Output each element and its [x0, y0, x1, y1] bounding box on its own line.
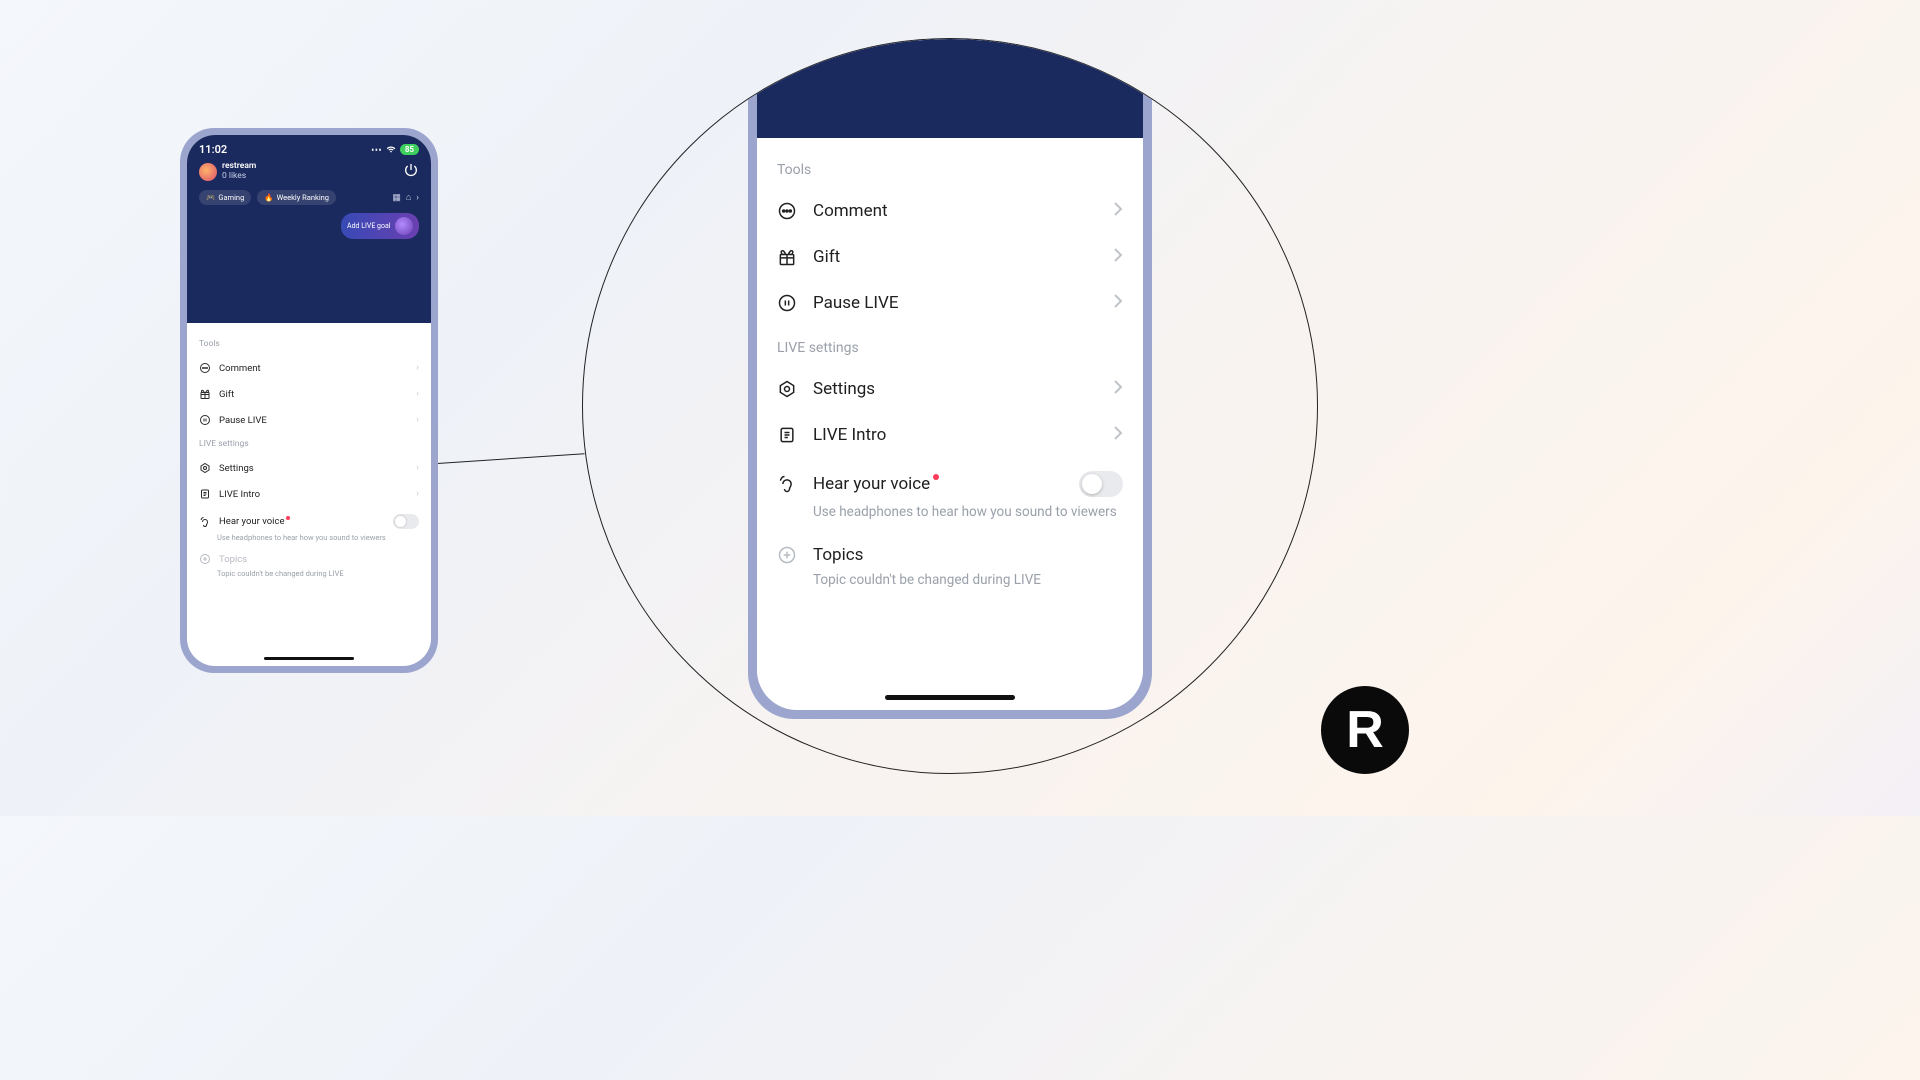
row-live-intro[interactable]: LIVE Intro › — [197, 481, 421, 507]
document-icon — [777, 425, 797, 445]
plus-circle-icon — [199, 553, 211, 565]
grid-icon[interactable]: ▦ — [392, 193, 401, 203]
row-comment[interactable]: Comment — [757, 188, 1143, 234]
power-icon[interactable] — [403, 162, 419, 182]
row-label: LIVE Intro — [219, 489, 408, 500]
phone-screen-large: Tools Comment Gift Pause LIVE LIVE set — [757, 38, 1143, 710]
section-live-settings: LIVE settings — [199, 439, 419, 449]
chevron-right-icon: › — [416, 389, 419, 399]
ear-icon — [777, 474, 797, 494]
topics-subtitle: Topic couldn't be changed during LIVE — [217, 569, 421, 578]
row-label: Comment — [813, 201, 1097, 221]
chevron-right-icon — [1113, 425, 1123, 445]
row-gift[interactable]: Gift › — [197, 381, 421, 407]
chip-weekly-ranking[interactable]: 🔥Weekly Ranking — [257, 190, 336, 205]
profile-likes: 0 likes — [222, 172, 256, 182]
row-label: Settings — [813, 379, 1097, 399]
hear-voice-subtitle: Use headphones to hear how you sound to … — [217, 533, 421, 542]
chevron-right-icon[interactable]: › — [416, 193, 419, 203]
plus-circle-icon — [777, 545, 797, 565]
row-pause-live[interactable]: Pause LIVE — [757, 280, 1143, 326]
row-label: Comment — [219, 363, 408, 374]
phone-screen-small: 11:02 ⋯ 85 restream 0 likes — [187, 135, 431, 666]
row-label: Gift — [219, 389, 408, 400]
row-label: Settings — [219, 463, 408, 474]
comment-icon — [199, 362, 211, 374]
new-dot-icon — [286, 516, 290, 520]
goal-label: Add LIVE goal — [347, 222, 390, 230]
row-label: Hear your voice — [219, 516, 385, 527]
status-bar: 11:02 ⋯ 85 — [199, 143, 419, 156]
avatar — [199, 163, 217, 181]
row-label: Hear your voice — [813, 474, 1063, 494]
home-indicator — [885, 695, 1015, 700]
row-pause-live[interactable]: Pause LIVE › — [197, 407, 421, 433]
phone-mockup-large: Tools Comment Gift Pause LIVE LIVE set — [748, 38, 1152, 719]
chevron-right-icon — [1113, 201, 1123, 221]
settings-icon — [199, 462, 211, 474]
row-live-intro[interactable]: LIVE Intro — [757, 412, 1143, 458]
row-settings[interactable]: Settings › — [197, 455, 421, 481]
add-live-goal-button[interactable]: Add LIVE goal — [341, 213, 419, 239]
section-live-settings: LIVE settings — [757, 326, 1143, 366]
status-time: 11:02 — [199, 143, 227, 156]
home-indicator — [264, 657, 354, 661]
wifi-icon — [386, 143, 396, 156]
comment-icon — [777, 201, 797, 221]
chevron-right-icon — [1113, 247, 1123, 267]
row-label: Topics — [219, 554, 419, 565]
row-comment[interactable]: Comment › — [197, 355, 421, 381]
topics-subtitle: Topic couldn't be changed during LIVE — [757, 572, 1143, 600]
chip-gaming[interactable]: 🎮Gaming — [199, 190, 251, 205]
document-icon — [199, 488, 211, 500]
section-tools: Tools — [199, 339, 419, 349]
brand-logo: R — [1321, 686, 1409, 774]
phone-mockup-small: 11:02 ⋯ 85 restream 0 likes — [180, 128, 438, 673]
gift-icon — [777, 247, 797, 267]
chevron-right-icon — [1113, 379, 1123, 399]
row-label: LIVE Intro — [813, 425, 1097, 445]
chevron-right-icon: › — [416, 415, 419, 425]
new-dot-icon — [933, 474, 939, 480]
live-header: 11:02 ⋯ 85 restream 0 likes — [187, 135, 431, 323]
row-hear-your-voice[interactable]: Hear your voice — [197, 507, 421, 536]
signal-icon: ⋯ — [371, 143, 382, 156]
chevron-right-icon: › — [416, 463, 419, 473]
home-icon[interactable]: ⌂ — [406, 192, 411, 203]
section-tools: Tools — [757, 156, 1143, 188]
row-label: Pause LIVE — [813, 293, 1097, 313]
hear-voice-subtitle: Use headphones to hear how you sound to … — [757, 504, 1143, 532]
settings-icon — [777, 379, 797, 399]
live-header-large — [757, 38, 1143, 138]
goal-icon — [395, 217, 413, 235]
chevron-right-icon — [1113, 293, 1123, 313]
hear-voice-toggle[interactable] — [393, 514, 419, 529]
row-settings[interactable]: Settings — [757, 366, 1143, 412]
gift-icon — [199, 388, 211, 400]
ear-icon — [199, 516, 211, 528]
chevron-right-icon: › — [416, 363, 419, 373]
profile-block[interactable]: restream 0 likes — [199, 162, 256, 182]
pause-icon — [777, 293, 797, 313]
row-label: Pause LIVE — [219, 415, 408, 426]
magnifier-circle: Tools Comment Gift Pause LIVE LIVE set — [582, 38, 1318, 774]
hear-voice-toggle[interactable] — [1079, 471, 1123, 497]
settings-panel-small: Tools Comment › Gift › Pause LIVE › LIVE… — [187, 323, 431, 653]
settings-panel-large: Tools Comment Gift Pause LIVE LIVE set — [757, 138, 1143, 689]
row-label: Gift — [813, 247, 1097, 267]
row-gift[interactable]: Gift — [757, 234, 1143, 280]
pause-icon — [199, 414, 211, 426]
row-label: Topics — [813, 545, 1123, 565]
battery-indicator: 85 — [400, 144, 419, 155]
chevron-right-icon: › — [416, 489, 419, 499]
row-hear-your-voice[interactable]: Hear your voice — [757, 458, 1143, 510]
